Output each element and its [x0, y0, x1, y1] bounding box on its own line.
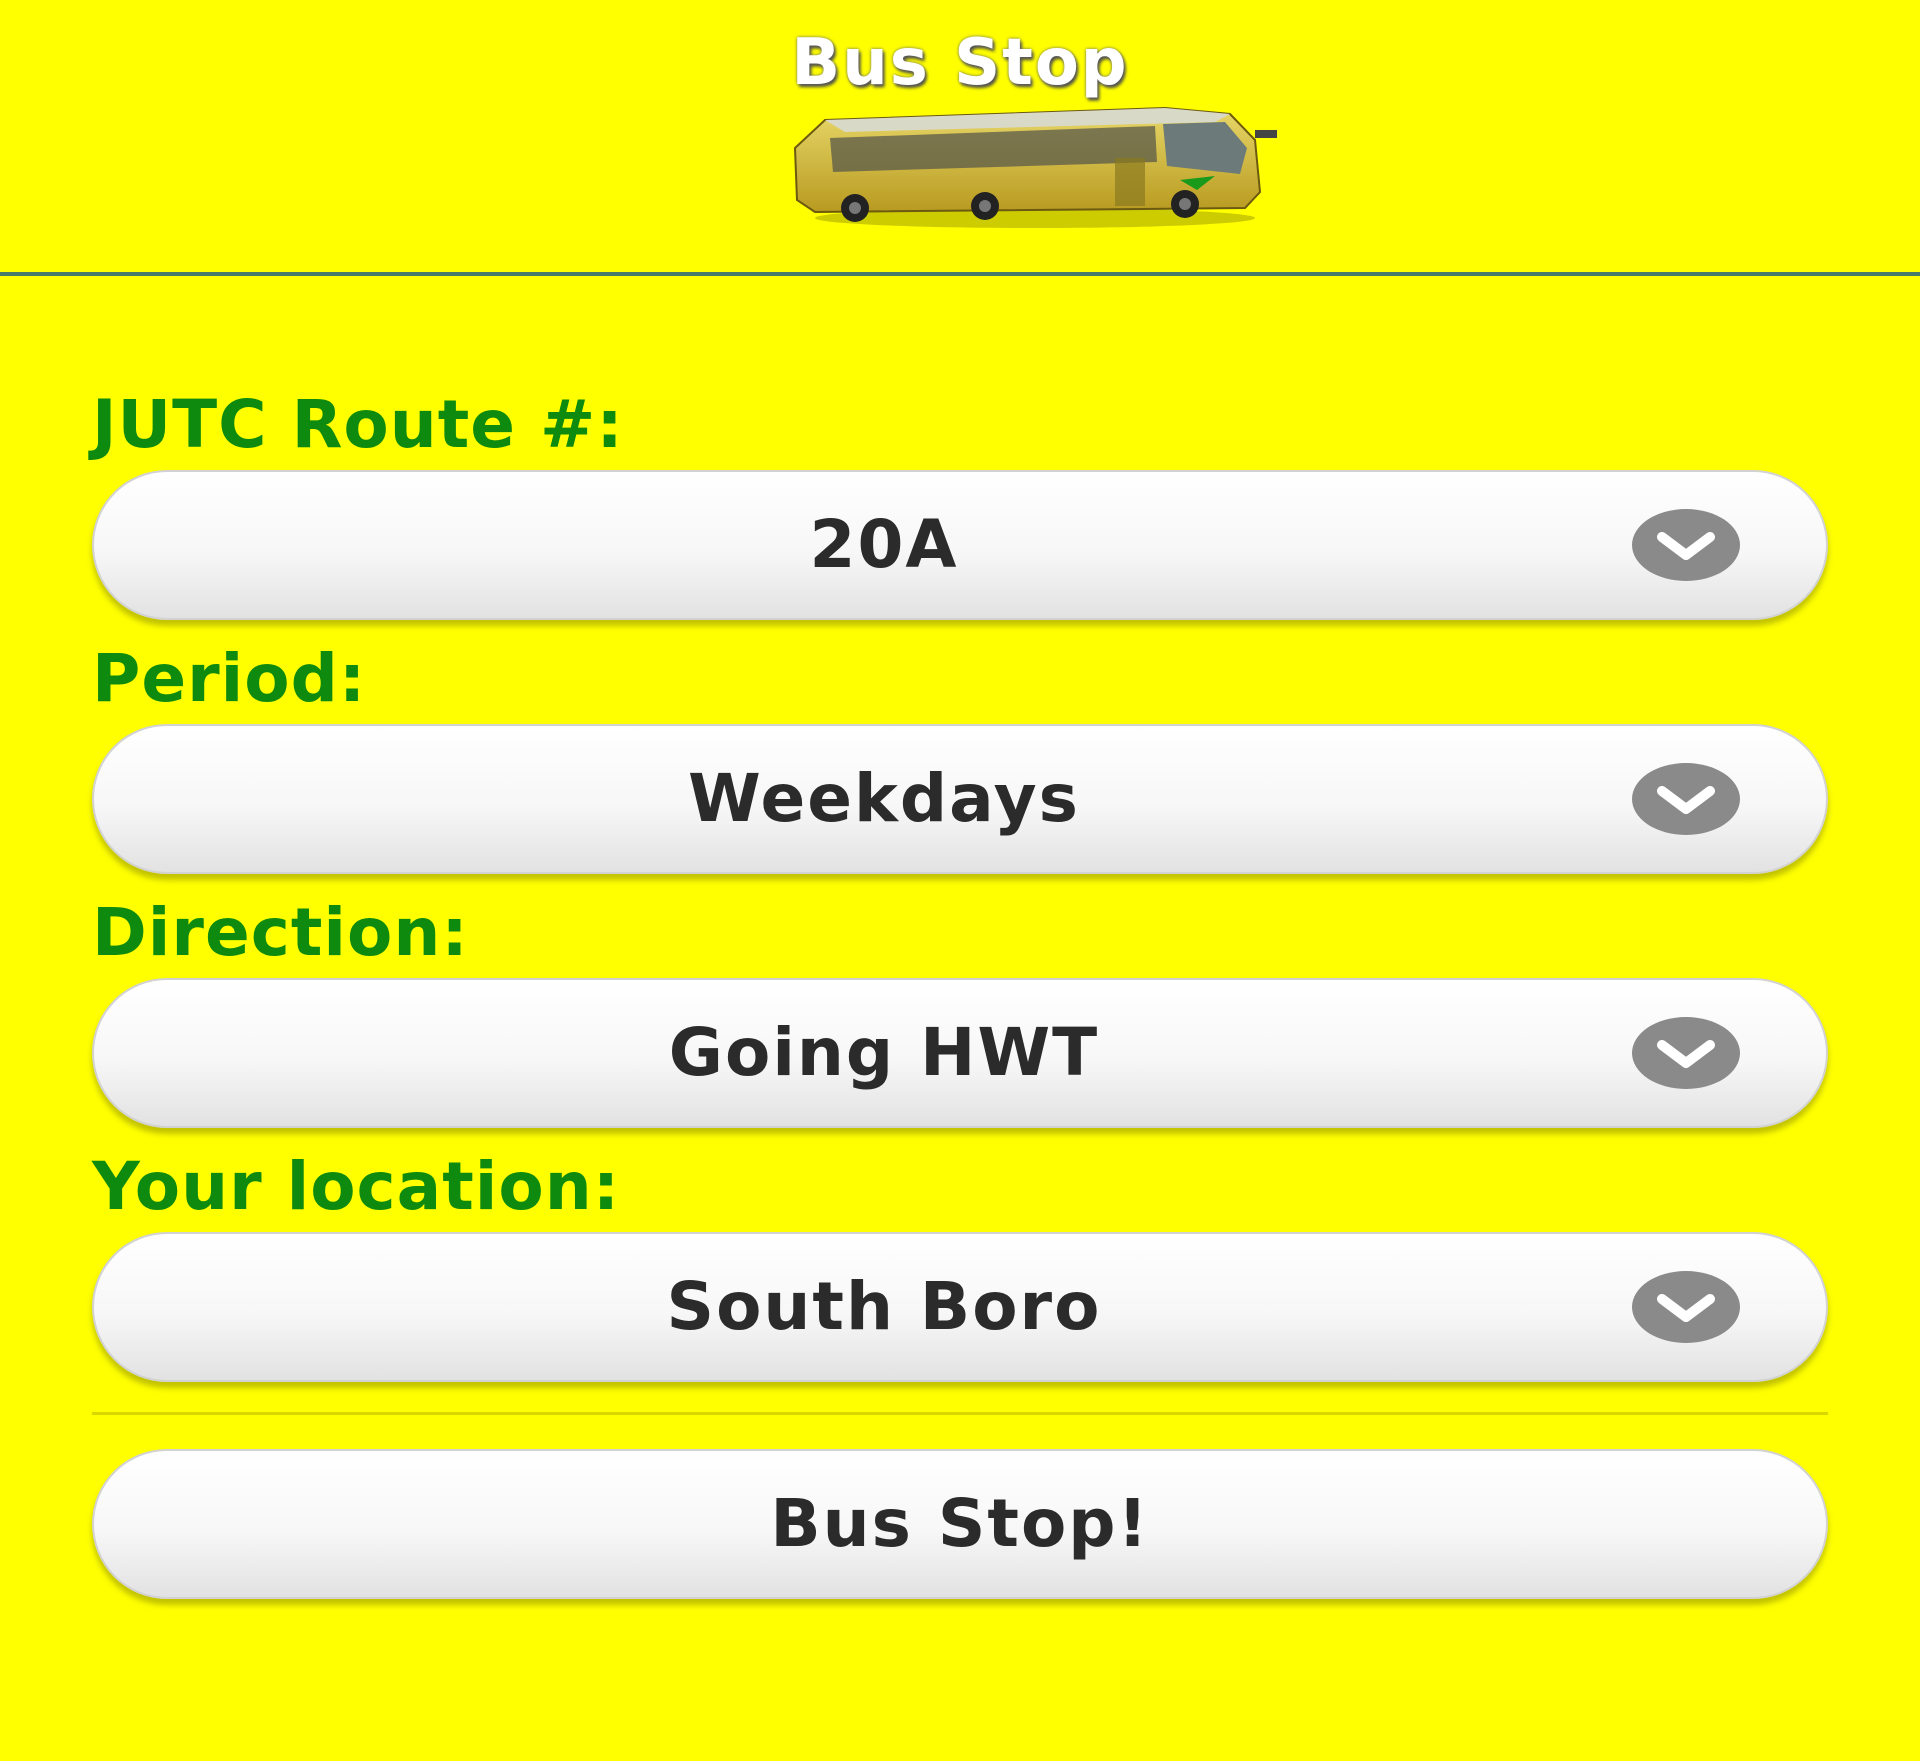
app-screen: Bus Stop JUTC Route #: 20A Period: Weekd… — [0, 0, 1920, 1761]
period-value: Weekdays — [688, 760, 1080, 837]
period-label: Period: — [92, 640, 367, 717]
direction-label: Direction: — [92, 894, 469, 971]
chevron-down-icon — [1632, 1271, 1740, 1343]
location-label: Your location: — [92, 1148, 621, 1225]
app-title: Bus Stop — [791, 26, 1129, 100]
location-select[interactable]: South Boro — [92, 1232, 1828, 1382]
divider — [92, 1412, 1828, 1415]
route-label: JUTC Route #: — [92, 386, 624, 463]
chevron-down-icon — [1632, 1017, 1740, 1089]
period-select[interactable]: Weekdays — [92, 724, 1828, 874]
chevron-down-icon — [1632, 763, 1740, 835]
location-value: South Boro — [666, 1268, 1102, 1345]
chevron-down-icon — [1632, 509, 1740, 581]
route-form: JUTC Route #: 20A Period: Weekdays Direc… — [92, 380, 1828, 1599]
header-bar: Bus Stop — [0, 0, 1920, 276]
bus-icon — [793, 106, 1277, 228]
route-value: 20A — [809, 506, 959, 583]
direction-value: Going HWT — [668, 1014, 1100, 1091]
direction-select[interactable]: Going HWT — [92, 978, 1828, 1128]
route-select[interactable]: 20A — [92, 470, 1828, 620]
bus-stop-button[interactable]: Bus Stop! — [92, 1449, 1828, 1599]
